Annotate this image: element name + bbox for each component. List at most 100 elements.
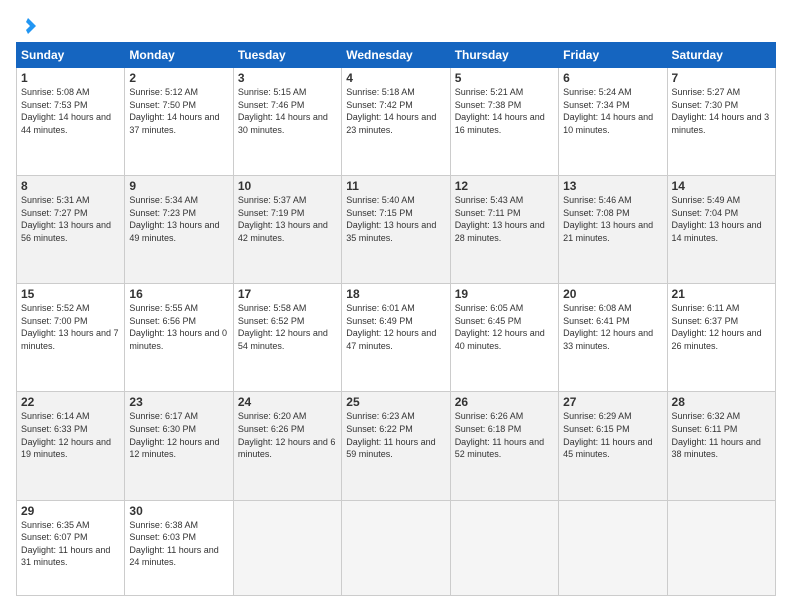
day-number: 4 <box>346 71 445 85</box>
day-number: 22 <box>21 395 120 409</box>
day-number: 30 <box>129 504 228 518</box>
day-info: Sunrise: 6:01 AMSunset: 6:49 PMDaylight:… <box>346 302 445 352</box>
day-info: Sunrise: 5:34 AMSunset: 7:23 PMDaylight:… <box>129 194 228 244</box>
weekday-header-thursday: Thursday <box>450 43 558 68</box>
day-number: 17 <box>238 287 337 301</box>
day-info: Sunrise: 5:46 AMSunset: 7:08 PMDaylight:… <box>563 194 662 244</box>
day-cell-3: 3Sunrise: 5:15 AMSunset: 7:46 PMDaylight… <box>233 68 341 176</box>
day-number: 19 <box>455 287 554 301</box>
day-number: 16 <box>129 287 228 301</box>
weekday-header-monday: Monday <box>125 43 233 68</box>
day-cell-23: 23Sunrise: 6:17 AMSunset: 6:30 PMDayligh… <box>125 392 233 500</box>
day-info: Sunrise: 5:52 AMSunset: 7:00 PMDaylight:… <box>21 302 120 352</box>
day-cell-21: 21Sunrise: 6:11 AMSunset: 6:37 PMDayligh… <box>667 284 775 392</box>
day-cell-16: 16Sunrise: 5:55 AMSunset: 6:56 PMDayligh… <box>125 284 233 392</box>
day-number: 28 <box>672 395 771 409</box>
day-number: 1 <box>21 71 120 85</box>
day-cell-27: 27Sunrise: 6:29 AMSunset: 6:15 PMDayligh… <box>559 392 667 500</box>
weekday-header-tuesday: Tuesday <box>233 43 341 68</box>
day-info: Sunrise: 5:08 AMSunset: 7:53 PMDaylight:… <box>21 86 120 136</box>
empty-cell <box>559 500 667 596</box>
day-number: 10 <box>238 179 337 193</box>
day-cell-4: 4Sunrise: 5:18 AMSunset: 7:42 PMDaylight… <box>342 68 450 176</box>
day-number: 18 <box>346 287 445 301</box>
day-cell-1: 1Sunrise: 5:08 AMSunset: 7:53 PMDaylight… <box>17 68 125 176</box>
day-number: 27 <box>563 395 662 409</box>
day-cell-7: 7Sunrise: 5:27 AMSunset: 7:30 PMDaylight… <box>667 68 775 176</box>
weekday-header-sunday: Sunday <box>17 43 125 68</box>
logo <box>16 16 38 32</box>
day-info: Sunrise: 6:11 AMSunset: 6:37 PMDaylight:… <box>672 302 771 352</box>
day-cell-22: 22Sunrise: 6:14 AMSunset: 6:33 PMDayligh… <box>17 392 125 500</box>
day-cell-25: 25Sunrise: 6:23 AMSunset: 6:22 PMDayligh… <box>342 392 450 500</box>
day-number: 25 <box>346 395 445 409</box>
day-cell-10: 10Sunrise: 5:37 AMSunset: 7:19 PMDayligh… <box>233 176 341 284</box>
day-info: Sunrise: 6:20 AMSunset: 6:26 PMDaylight:… <box>238 410 337 460</box>
day-info: Sunrise: 6:08 AMSunset: 6:41 PMDaylight:… <box>563 302 662 352</box>
day-number: 29 <box>21 504 120 518</box>
day-number: 26 <box>455 395 554 409</box>
day-cell-15: 15Sunrise: 5:52 AMSunset: 7:00 PMDayligh… <box>17 284 125 392</box>
day-number: 2 <box>129 71 228 85</box>
day-info: Sunrise: 6:05 AMSunset: 6:45 PMDaylight:… <box>455 302 554 352</box>
day-info: Sunrise: 5:18 AMSunset: 7:42 PMDaylight:… <box>346 86 445 136</box>
day-info: Sunrise: 5:37 AMSunset: 7:19 PMDaylight:… <box>238 194 337 244</box>
calendar-week-row: 1Sunrise: 5:08 AMSunset: 7:53 PMDaylight… <box>17 68 776 176</box>
day-cell-9: 9Sunrise: 5:34 AMSunset: 7:23 PMDaylight… <box>125 176 233 284</box>
day-number: 6 <box>563 71 662 85</box>
empty-cell <box>450 500 558 596</box>
day-info: Sunrise: 6:29 AMSunset: 6:15 PMDaylight:… <box>563 410 662 460</box>
day-number: 7 <box>672 71 771 85</box>
day-cell-12: 12Sunrise: 5:43 AMSunset: 7:11 PMDayligh… <box>450 176 558 284</box>
day-info: Sunrise: 6:17 AMSunset: 6:30 PMDaylight:… <box>129 410 228 460</box>
day-cell-2: 2Sunrise: 5:12 AMSunset: 7:50 PMDaylight… <box>125 68 233 176</box>
day-info: Sunrise: 5:31 AMSunset: 7:27 PMDaylight:… <box>21 194 120 244</box>
day-cell-17: 17Sunrise: 5:58 AMSunset: 6:52 PMDayligh… <box>233 284 341 392</box>
day-info: Sunrise: 6:26 AMSunset: 6:18 PMDaylight:… <box>455 410 554 460</box>
day-cell-6: 6Sunrise: 5:24 AMSunset: 7:34 PMDaylight… <box>559 68 667 176</box>
day-number: 20 <box>563 287 662 301</box>
day-cell-14: 14Sunrise: 5:49 AMSunset: 7:04 PMDayligh… <box>667 176 775 284</box>
day-info: Sunrise: 6:23 AMSunset: 6:22 PMDaylight:… <box>346 410 445 460</box>
day-cell-5: 5Sunrise: 5:21 AMSunset: 7:38 PMDaylight… <box>450 68 558 176</box>
day-cell-13: 13Sunrise: 5:46 AMSunset: 7:08 PMDayligh… <box>559 176 667 284</box>
day-cell-19: 19Sunrise: 6:05 AMSunset: 6:45 PMDayligh… <box>450 284 558 392</box>
day-cell-30: 30Sunrise: 6:38 AMSunset: 6:03 PMDayligh… <box>125 500 233 596</box>
day-info: Sunrise: 5:15 AMSunset: 7:46 PMDaylight:… <box>238 86 337 136</box>
day-info: Sunrise: 5:49 AMSunset: 7:04 PMDaylight:… <box>672 194 771 244</box>
day-info: Sunrise: 5:27 AMSunset: 7:30 PMDaylight:… <box>672 86 771 136</box>
day-info: Sunrise: 5:12 AMSunset: 7:50 PMDaylight:… <box>129 86 228 136</box>
header <box>16 16 776 32</box>
empty-cell <box>342 500 450 596</box>
day-cell-11: 11Sunrise: 5:40 AMSunset: 7:15 PMDayligh… <box>342 176 450 284</box>
day-info: Sunrise: 6:14 AMSunset: 6:33 PMDaylight:… <box>21 410 120 460</box>
weekday-header-friday: Friday <box>559 43 667 68</box>
weekday-header-row: SundayMondayTuesdayWednesdayThursdayFrid… <box>17 43 776 68</box>
weekday-header-wednesday: Wednesday <box>342 43 450 68</box>
day-number: 15 <box>21 287 120 301</box>
calendar-week-row: 29Sunrise: 6:35 AMSunset: 6:07 PMDayligh… <box>17 500 776 596</box>
empty-cell <box>667 500 775 596</box>
day-cell-29: 29Sunrise: 6:35 AMSunset: 6:07 PMDayligh… <box>17 500 125 596</box>
day-info: Sunrise: 5:58 AMSunset: 6:52 PMDaylight:… <box>238 302 337 352</box>
empty-cell <box>233 500 341 596</box>
day-info: Sunrise: 5:24 AMSunset: 7:34 PMDaylight:… <box>563 86 662 136</box>
calendar-week-row: 22Sunrise: 6:14 AMSunset: 6:33 PMDayligh… <box>17 392 776 500</box>
day-cell-26: 26Sunrise: 6:26 AMSunset: 6:18 PMDayligh… <box>450 392 558 500</box>
day-number: 5 <box>455 71 554 85</box>
day-cell-24: 24Sunrise: 6:20 AMSunset: 6:26 PMDayligh… <box>233 392 341 500</box>
day-info: Sunrise: 6:35 AMSunset: 6:07 PMDaylight:… <box>21 519 120 569</box>
calendar-week-row: 15Sunrise: 5:52 AMSunset: 7:00 PMDayligh… <box>17 284 776 392</box>
day-cell-8: 8Sunrise: 5:31 AMSunset: 7:27 PMDaylight… <box>17 176 125 284</box>
day-number: 24 <box>238 395 337 409</box>
day-number: 21 <box>672 287 771 301</box>
day-info: Sunrise: 6:38 AMSunset: 6:03 PMDaylight:… <box>129 519 228 569</box>
day-info: Sunrise: 6:32 AMSunset: 6:11 PMDaylight:… <box>672 410 771 460</box>
calendar-week-row: 8Sunrise: 5:31 AMSunset: 7:27 PMDaylight… <box>17 176 776 284</box>
day-number: 14 <box>672 179 771 193</box>
day-number: 3 <box>238 71 337 85</box>
logo-icon <box>18 16 38 36</box>
day-number: 8 <box>21 179 120 193</box>
day-info: Sunrise: 5:55 AMSunset: 6:56 PMDaylight:… <box>129 302 228 352</box>
day-number: 12 <box>455 179 554 193</box>
